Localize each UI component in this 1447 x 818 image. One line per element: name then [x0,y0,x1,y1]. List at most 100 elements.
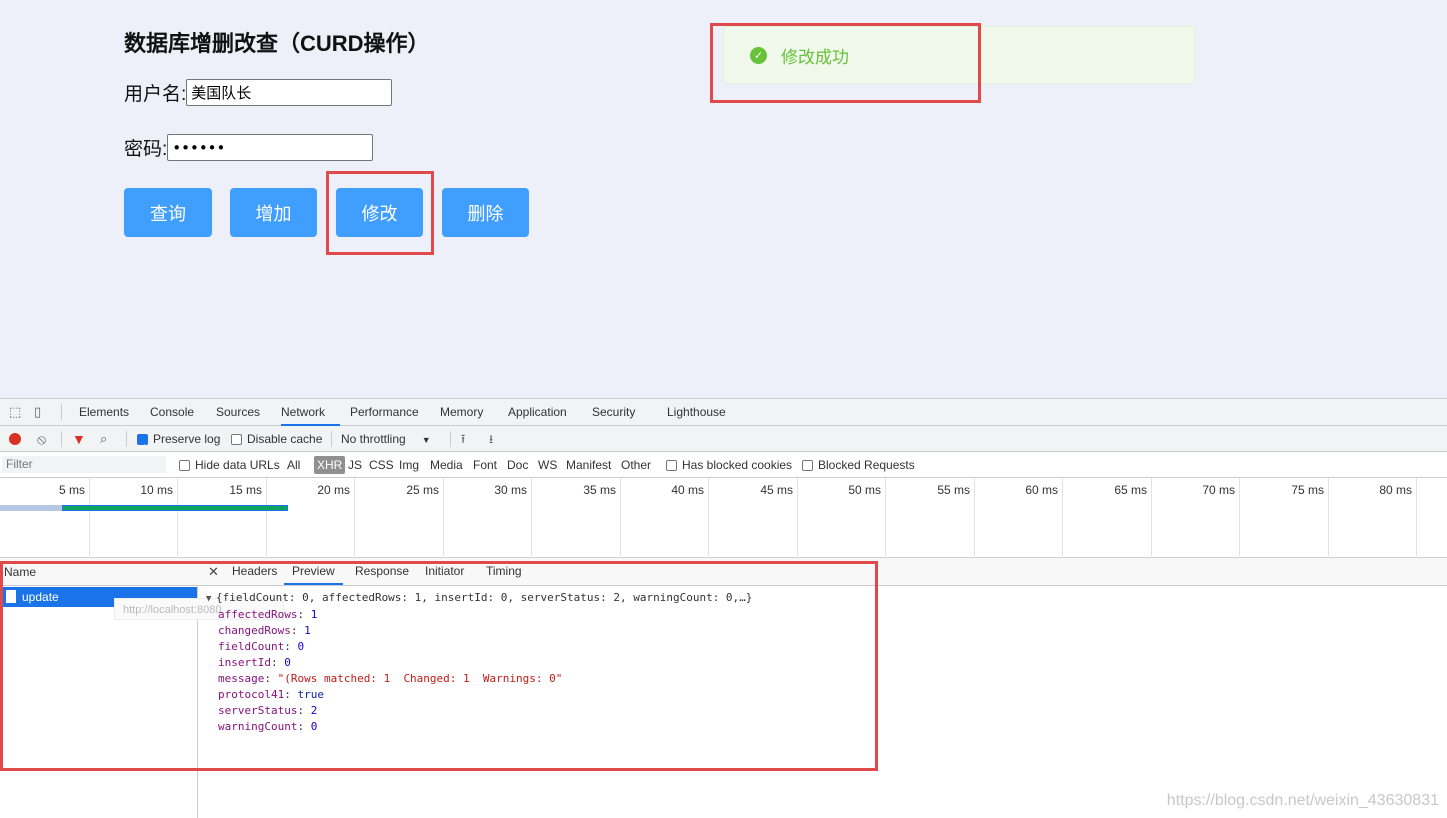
devtools-tab-lighthouse[interactable]: Lighthouse [667,399,726,426]
success-toast: ✓ 修改成功 [723,26,1195,84]
detail-tabbar: ✕ Headers Preview Response Initiator Timing [198,558,1447,586]
search-icon[interactable]: ⌕ [100,426,107,452]
field-value: 0 [284,656,291,669]
devtools-tab-elements[interactable]: Elements [79,399,129,426]
preserve-log-checkbox[interactable]: Preserve log [137,426,220,460]
export-har-icon[interactable]: ⭳ [489,426,493,452]
request-list: Name update http://localhost:8080 [0,558,284,818]
throttling-select[interactable]: No throttling ▼ [341,426,431,452]
filter-type-media[interactable]: Media [430,452,463,478]
timeline-gridline [177,478,178,558]
field-key: serverStatus [218,704,298,717]
page-title: 数据库增删改查（CURD操作） [124,31,430,56]
filter-type-ws[interactable]: WS [538,452,557,478]
has-blocked-cookies-checkbox[interactable]: Has blocked cookies [666,452,792,478]
devtools-tab-console[interactable]: Console [150,399,194,426]
field-key: protocol41 [218,688,285,701]
filter-type-doc[interactable]: Doc [507,452,528,478]
name-column-header[interactable]: Name [0,558,198,586]
devtools-tab-network[interactable]: Network [281,399,340,426]
devtools-tab-application[interactable]: Application [508,399,567,426]
filter-type-xhr[interactable]: XHR [314,456,346,474]
preview-field-row[interactable]: message: "(Rows matched: 1 Changed: 1 Wa… [206,671,752,687]
delete-button[interactable]: 删除 [442,188,529,237]
filter-input[interactable]: Filter [2,456,166,473]
preview-field-row[interactable]: changedRows: 1 [206,623,752,639]
preview-field-row[interactable]: warningCount: 0 [206,719,752,735]
detail-tab-headers[interactable]: Headers [232,558,277,585]
timeline-tick-label: 45 ms [760,483,793,497]
field-value: 0 [310,720,318,733]
detail-tab-timing[interactable]: Timing [486,558,522,585]
preview-field-row[interactable]: affectedRows: 1 [206,607,752,623]
device-toolbar-icon[interactable]: ▯ [34,405,48,419]
import-har-icon[interactable]: ⭱ [461,426,465,452]
devtools-tab-memory[interactable]: Memory [440,399,483,426]
document-icon [6,590,16,603]
timeline-gridline [266,478,267,558]
password-input[interactable] [167,134,374,161]
record-icon[interactable] [9,433,21,445]
preview-summary-row[interactable]: ▼ {fieldCount: 0, affectedRows: 1, insert… [206,590,752,607]
network-overview-timeline[interactable]: 5 ms 10 ms 15 ms 20 ms 25 ms 30 ms 35 ms 40 ms 4… [0,478,1447,558]
clear-icon[interactable]: ⦸ [37,426,46,452]
request-detail-pane: ✕ Headers Preview Response Initiator Timing … [198,558,1447,818]
filter-type-js[interactable]: JS [348,452,362,478]
field-key: changedRows [218,624,291,637]
field-value: 1 [310,608,318,621]
timeline-tick-label: 70 ms [1202,483,1235,497]
filter-icon[interactable]: ▼ [72,426,86,452]
expand-triangle-icon: ▼ [206,594,212,604]
filter-type-img[interactable]: Img [399,452,419,478]
network-toolbar: ⦸ ▼ ⌕ Preserve log Disable cache No thro… [0,426,1447,460]
filter-type-all[interactable]: All [287,452,300,478]
timeline-tick-label: 25 ms [406,483,439,497]
field-key: insertId [218,656,271,669]
preview-field-row[interactable]: insertId: 0 [206,655,752,671]
timeline-tick-label: 80 ms [1379,483,1412,497]
field-key: fieldCount [218,640,285,653]
field-key: message [218,672,265,685]
timeline-gridline [797,478,798,558]
timeline-tick-label: 15 ms [229,483,262,497]
check-circle-icon: ✓ [750,46,767,64]
preview-field-row[interactable]: fieldCount: 0 [206,639,752,655]
field-value: 1 [304,624,311,637]
devtools-tab-performance[interactable]: Performance [350,399,419,426]
filter-type-font[interactable]: Font [473,452,497,478]
timeline-gridline [1239,478,1240,558]
disable-cache-checkbox[interactable]: Disable cache [231,426,322,452]
timeline-gridline [1328,478,1329,558]
toast-message: 修改成功 [781,47,849,67]
preview-json: ▼ {fieldCount: 0, affectedRows: 1, insert… [206,590,752,735]
devtools-tab-security[interactable]: Security [592,399,635,426]
detail-tab-preview[interactable]: Preview [284,558,343,585]
timeline-gridline [708,478,709,558]
update-button[interactable]: 修改 [336,188,423,237]
timeline-tick-label: 65 ms [1114,483,1147,497]
query-button[interactable]: 查询 [124,188,212,237]
preview-field-row[interactable]: protocol41: true [206,687,752,703]
timeline-tick-label: 50 ms [848,483,881,497]
timeline-gridline [1416,478,1417,558]
username-input[interactable] [186,79,393,106]
preview-field-row[interactable]: serverStatus: 2 [206,703,752,719]
inspect-element-icon[interactable]: ⬚ [9,405,23,419]
timeline-gridline [531,478,532,558]
filter-type-other[interactable]: Other [621,452,651,478]
blocked-requests-checkbox[interactable]: Blocked Requests [802,452,915,478]
filter-type-css[interactable]: CSS [369,452,394,478]
timeline-tick-label: 5 ms [58,483,85,497]
detail-tab-response[interactable]: Response [355,558,409,585]
timeline-gridline [1062,478,1063,558]
close-icon[interactable]: ✕ [208,558,219,585]
request-name: update [22,590,59,604]
field-key: warningCount [218,720,298,733]
devtools-tab-sources[interactable]: Sources [216,399,260,426]
username-label: 用户名: [124,84,187,105]
hide-data-urls-checkbox[interactable]: Hide data URLs [179,452,280,478]
detail-tab-initiator[interactable]: Initiator [425,558,464,585]
add-button[interactable]: 增加 [230,188,317,237]
field-value: 0 [297,640,305,653]
filter-type-manifest[interactable]: Manifest [566,452,611,478]
